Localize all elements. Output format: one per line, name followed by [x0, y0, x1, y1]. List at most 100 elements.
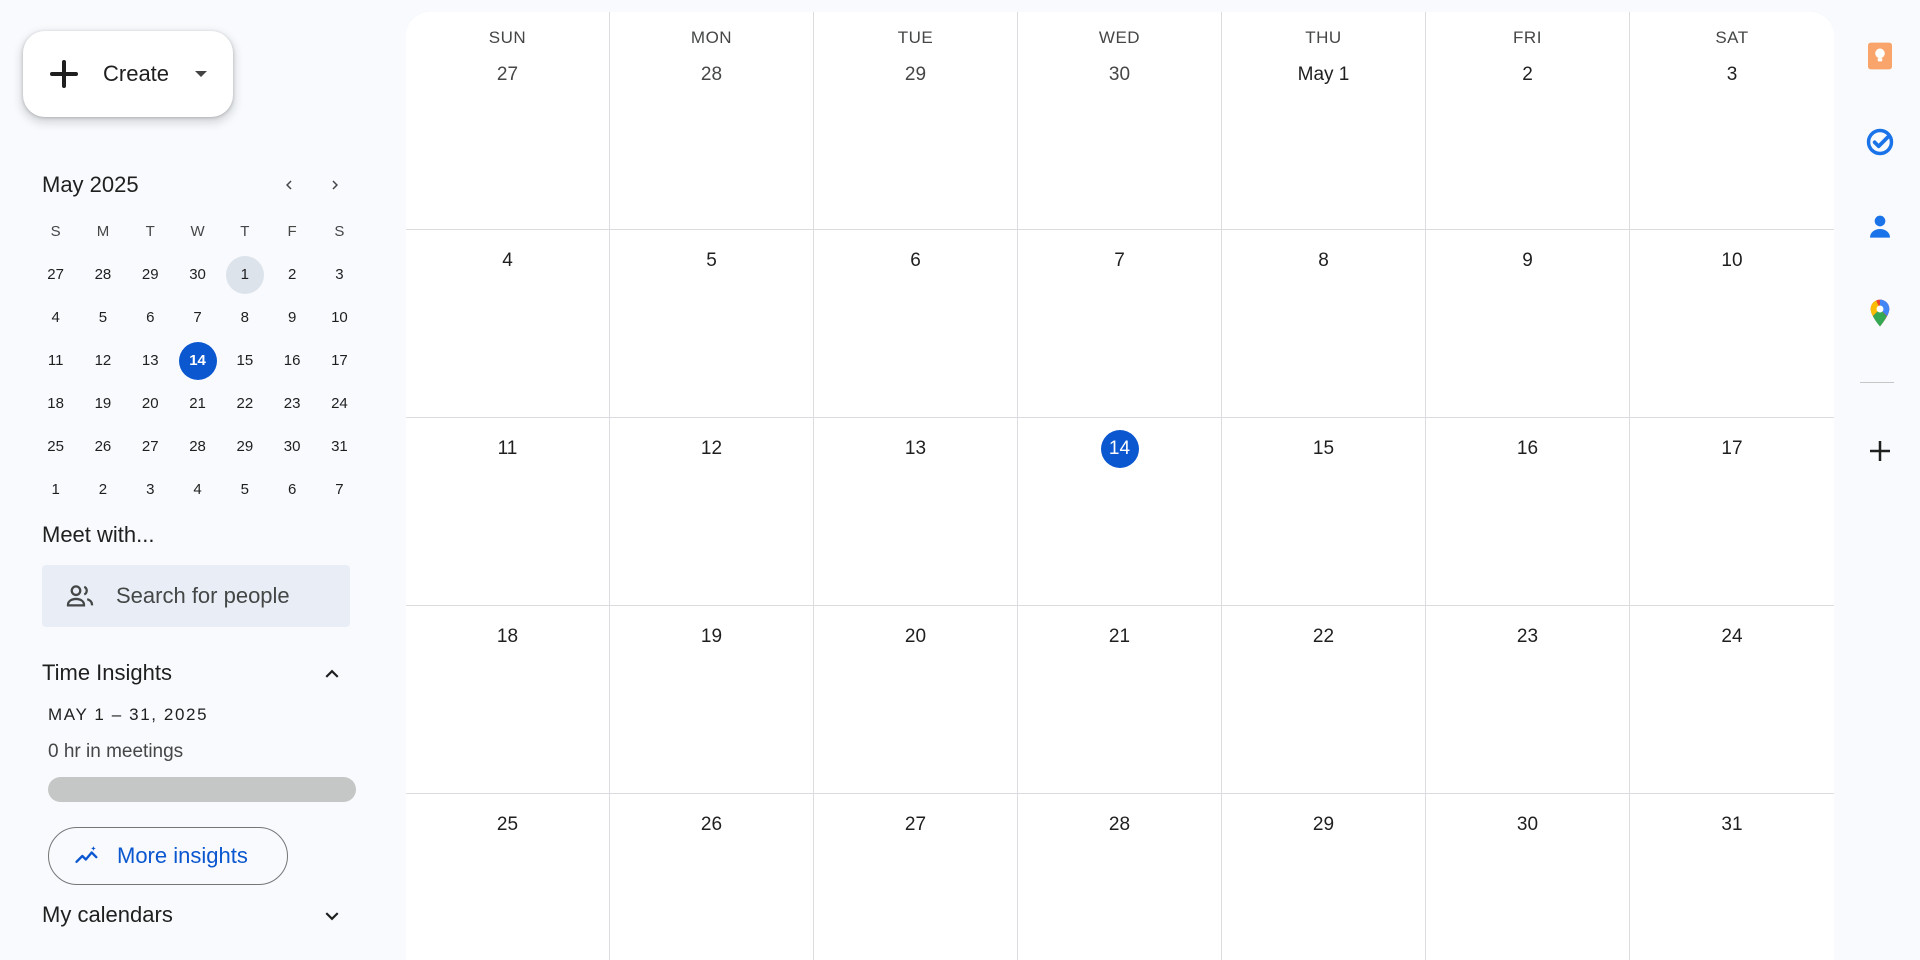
- day-cell[interactable]: TUE 29: [814, 12, 1018, 229]
- day-cell[interactable]: 24: [1630, 606, 1834, 793]
- maps-icon[interactable]: [1860, 293, 1900, 333]
- day-number-label[interactable]: 17: [1713, 430, 1751, 468]
- day-number-label[interactable]: 30: [1509, 806, 1547, 844]
- mini-calendar-day[interactable]: 30: [273, 428, 311, 466]
- day-cell[interactable]: SUN 27: [406, 12, 610, 229]
- day-cell[interactable]: 10: [1630, 230, 1834, 417]
- day-number-label[interactable]: 27: [897, 806, 935, 844]
- day-number-label[interactable]: 8: [1305, 242, 1343, 280]
- caret-down-icon[interactable]: [195, 71, 208, 77]
- day-number-label[interactable]: May 1: [1292, 56, 1356, 94]
- mini-calendar-day[interactable]: 1: [37, 471, 75, 509]
- day-number-label[interactable]: 28: [1101, 806, 1139, 844]
- mini-calendar-day[interactable]: 28: [84, 256, 122, 294]
- more-insights-button[interactable]: More insights: [48, 827, 288, 885]
- mini-calendar-day[interactable]: 5: [84, 299, 122, 337]
- mini-calendar-day[interactable]: 2: [273, 256, 311, 294]
- day-cell[interactable]: 16: [1426, 418, 1630, 605]
- people-search-input[interactable]: Search for people: [42, 565, 350, 627]
- mini-calendar-day[interactable]: 27: [131, 428, 169, 466]
- day-number-label[interactable]: 4: [489, 242, 527, 280]
- day-cell[interactable]: 28: [1018, 794, 1222, 960]
- day-cell[interactable]: 11: [406, 418, 610, 605]
- mini-calendar-day[interactable]: 24: [320, 385, 358, 423]
- day-cell[interactable]: 29: [1222, 794, 1426, 960]
- day-number-label[interactable]: 15: [1305, 430, 1343, 468]
- day-number-label[interactable]: 31: [1713, 806, 1751, 844]
- mini-calendar-day[interactable]: 6: [131, 299, 169, 337]
- day-number-label[interactable]: 27: [489, 56, 527, 94]
- day-cell[interactable]: 26: [610, 794, 814, 960]
- day-cell[interactable]: 19: [610, 606, 814, 793]
- chevron-right-icon[interactable]: [320, 170, 350, 200]
- day-cell[interactable]: 7: [1018, 230, 1222, 417]
- mini-calendar-day[interactable]: 31: [320, 428, 358, 466]
- chevron-up-icon[interactable]: [316, 658, 348, 690]
- day-number-label[interactable]: 20: [897, 618, 935, 656]
- day-number-label[interactable]: 29: [897, 56, 935, 94]
- mini-calendar-day[interactable]: 16: [273, 342, 311, 380]
- day-number-label[interactable]: 25: [489, 806, 527, 844]
- mini-calendar-day[interactable]: 27: [37, 256, 75, 294]
- day-cell[interactable]: 12: [610, 418, 814, 605]
- mini-calendar-day[interactable]: 21: [179, 385, 217, 423]
- mini-calendar-day[interactable]: 18: [37, 385, 75, 423]
- day-number-label[interactable]: 24: [1713, 618, 1751, 656]
- day-number-label[interactable]: 29: [1305, 806, 1343, 844]
- mini-calendar-day[interactable]: 19: [84, 385, 122, 423]
- mini-calendar-day[interactable]: 20: [131, 385, 169, 423]
- day-cell[interactable]: 9: [1426, 230, 1630, 417]
- day-number-label[interactable]: 5: [693, 242, 731, 280]
- mini-calendar-day[interactable]: 3: [131, 471, 169, 509]
- mini-calendar-day[interactable]: 30: [179, 256, 217, 294]
- mini-calendar-day[interactable]: 29: [131, 256, 169, 294]
- chevron-left-icon[interactable]: [274, 170, 304, 200]
- day-cell[interactable]: 14: [1018, 418, 1222, 605]
- day-number-label[interactable]: 30: [1101, 56, 1139, 94]
- mini-calendar-day[interactable]: 9: [273, 299, 311, 337]
- chevron-down-icon[interactable]: [316, 900, 348, 932]
- mini-calendar-day[interactable]: 22: [226, 385, 264, 423]
- mini-calendar-day[interactable]: 8: [226, 299, 264, 337]
- day-number-label[interactable]: 7: [1101, 242, 1139, 280]
- mini-calendar-day[interactable]: 11: [37, 342, 75, 380]
- add-icon[interactable]: [1860, 431, 1900, 471]
- mini-calendar-day[interactable]: 4: [37, 299, 75, 337]
- day-number-label[interactable]: 3: [1713, 56, 1751, 94]
- day-number-label[interactable]: 12: [693, 430, 731, 468]
- day-number-label[interactable]: 16: [1509, 430, 1547, 468]
- day-cell[interactable]: FRI 2: [1426, 12, 1630, 229]
- day-cell[interactable]: 31: [1630, 794, 1834, 960]
- day-cell[interactable]: WED 30: [1018, 12, 1222, 229]
- contacts-icon[interactable]: [1860, 207, 1900, 247]
- day-number-label[interactable]: 26: [693, 806, 731, 844]
- keep-icon[interactable]: [1860, 36, 1900, 76]
- mini-calendar-day[interactable]: 10: [320, 299, 358, 337]
- day-number-label[interactable]: 19: [693, 618, 731, 656]
- day-cell[interactable]: 8: [1222, 230, 1426, 417]
- day-number-label[interactable]: 28: [693, 56, 731, 94]
- day-number-label[interactable]: 2: [1509, 56, 1547, 94]
- day-cell[interactable]: 17: [1630, 418, 1834, 605]
- mini-calendar-day[interactable]: 28: [179, 428, 217, 466]
- day-cell[interactable]: 18: [406, 606, 610, 793]
- mini-calendar-day[interactable]: 25: [37, 428, 75, 466]
- mini-calendar-day[interactable]: 13: [131, 342, 169, 380]
- mini-calendar-day[interactable]: 5: [226, 471, 264, 509]
- mini-calendar-day[interactable]: 4: [179, 471, 217, 509]
- mini-calendar-day[interactable]: 3: [320, 256, 358, 294]
- day-cell[interactable]: MON 28: [610, 12, 814, 229]
- day-cell[interactable]: 20: [814, 606, 1018, 793]
- mini-calendar-day[interactable]: 29: [226, 428, 264, 466]
- day-cell[interactable]: 4: [406, 230, 610, 417]
- mini-calendar-day[interactable]: 17: [320, 342, 358, 380]
- mini-calendar-day[interactable]: 26: [84, 428, 122, 466]
- day-cell[interactable]: 22: [1222, 606, 1426, 793]
- tasks-icon[interactable]: [1860, 122, 1900, 162]
- day-cell[interactable]: 21: [1018, 606, 1222, 793]
- day-number-label[interactable]: 13: [897, 430, 935, 468]
- day-cell[interactable]: 13: [814, 418, 1018, 605]
- day-number-label[interactable]: 10: [1713, 242, 1751, 280]
- mini-calendar-day[interactable]: 2: [84, 471, 122, 509]
- day-cell[interactable]: 6: [814, 230, 1018, 417]
